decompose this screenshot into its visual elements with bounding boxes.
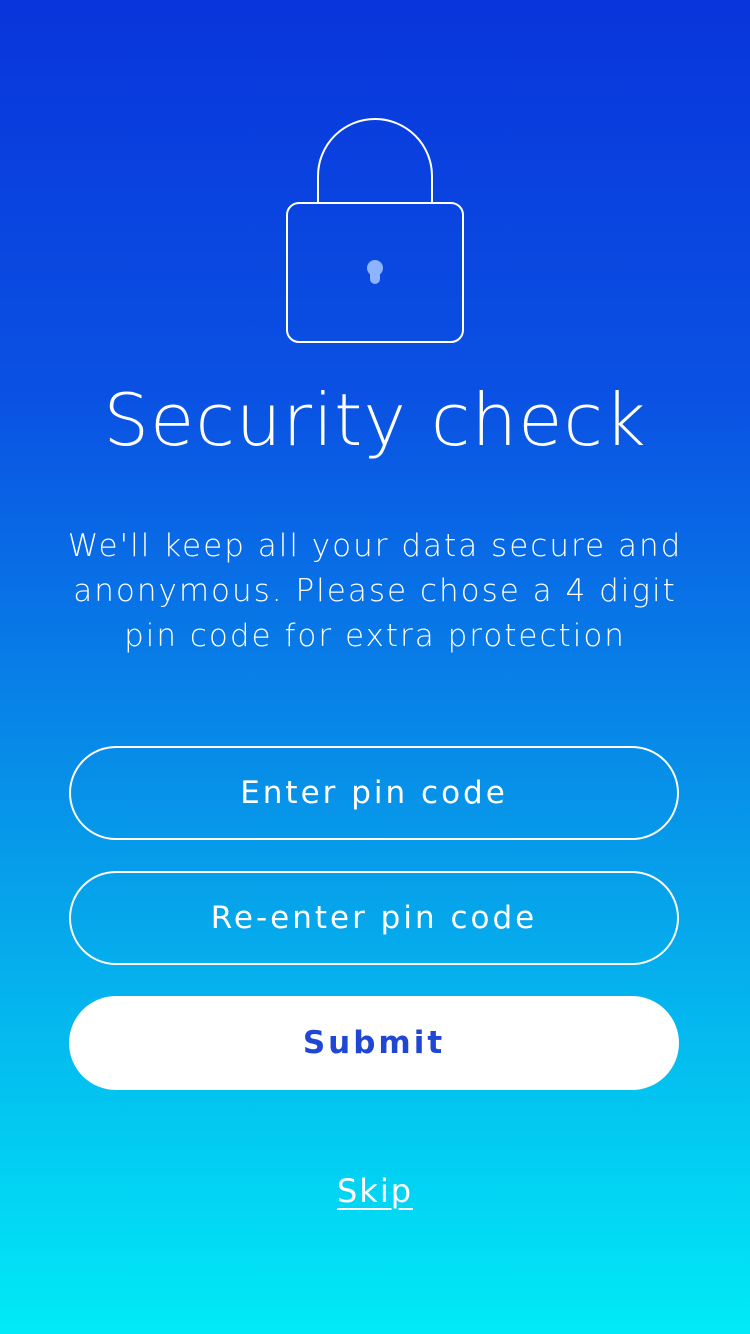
lock-icon xyxy=(285,118,465,344)
keyhole-icon xyxy=(367,260,383,284)
description-text: We'll keep all your data secure and anon… xyxy=(67,528,683,654)
security-check-screen: Security check We'll keep all your data … xyxy=(0,0,750,1334)
reenter-pin-code-field[interactable]: Re-enter pin code xyxy=(69,871,679,965)
submit-button-label: Submit xyxy=(302,1025,446,1061)
pin-code-field[interactable]: Enter pin code xyxy=(69,746,679,840)
submit-button[interactable]: Submit xyxy=(69,996,679,1090)
page-title: Security check xyxy=(103,378,647,462)
pin-code-placeholder: Enter pin code xyxy=(240,775,508,811)
reenter-pin-code-placeholder: Re-enter pin code xyxy=(210,900,538,936)
skip-link[interactable]: Skip xyxy=(337,1172,413,1210)
skip-container: Skip xyxy=(0,1172,750,1210)
